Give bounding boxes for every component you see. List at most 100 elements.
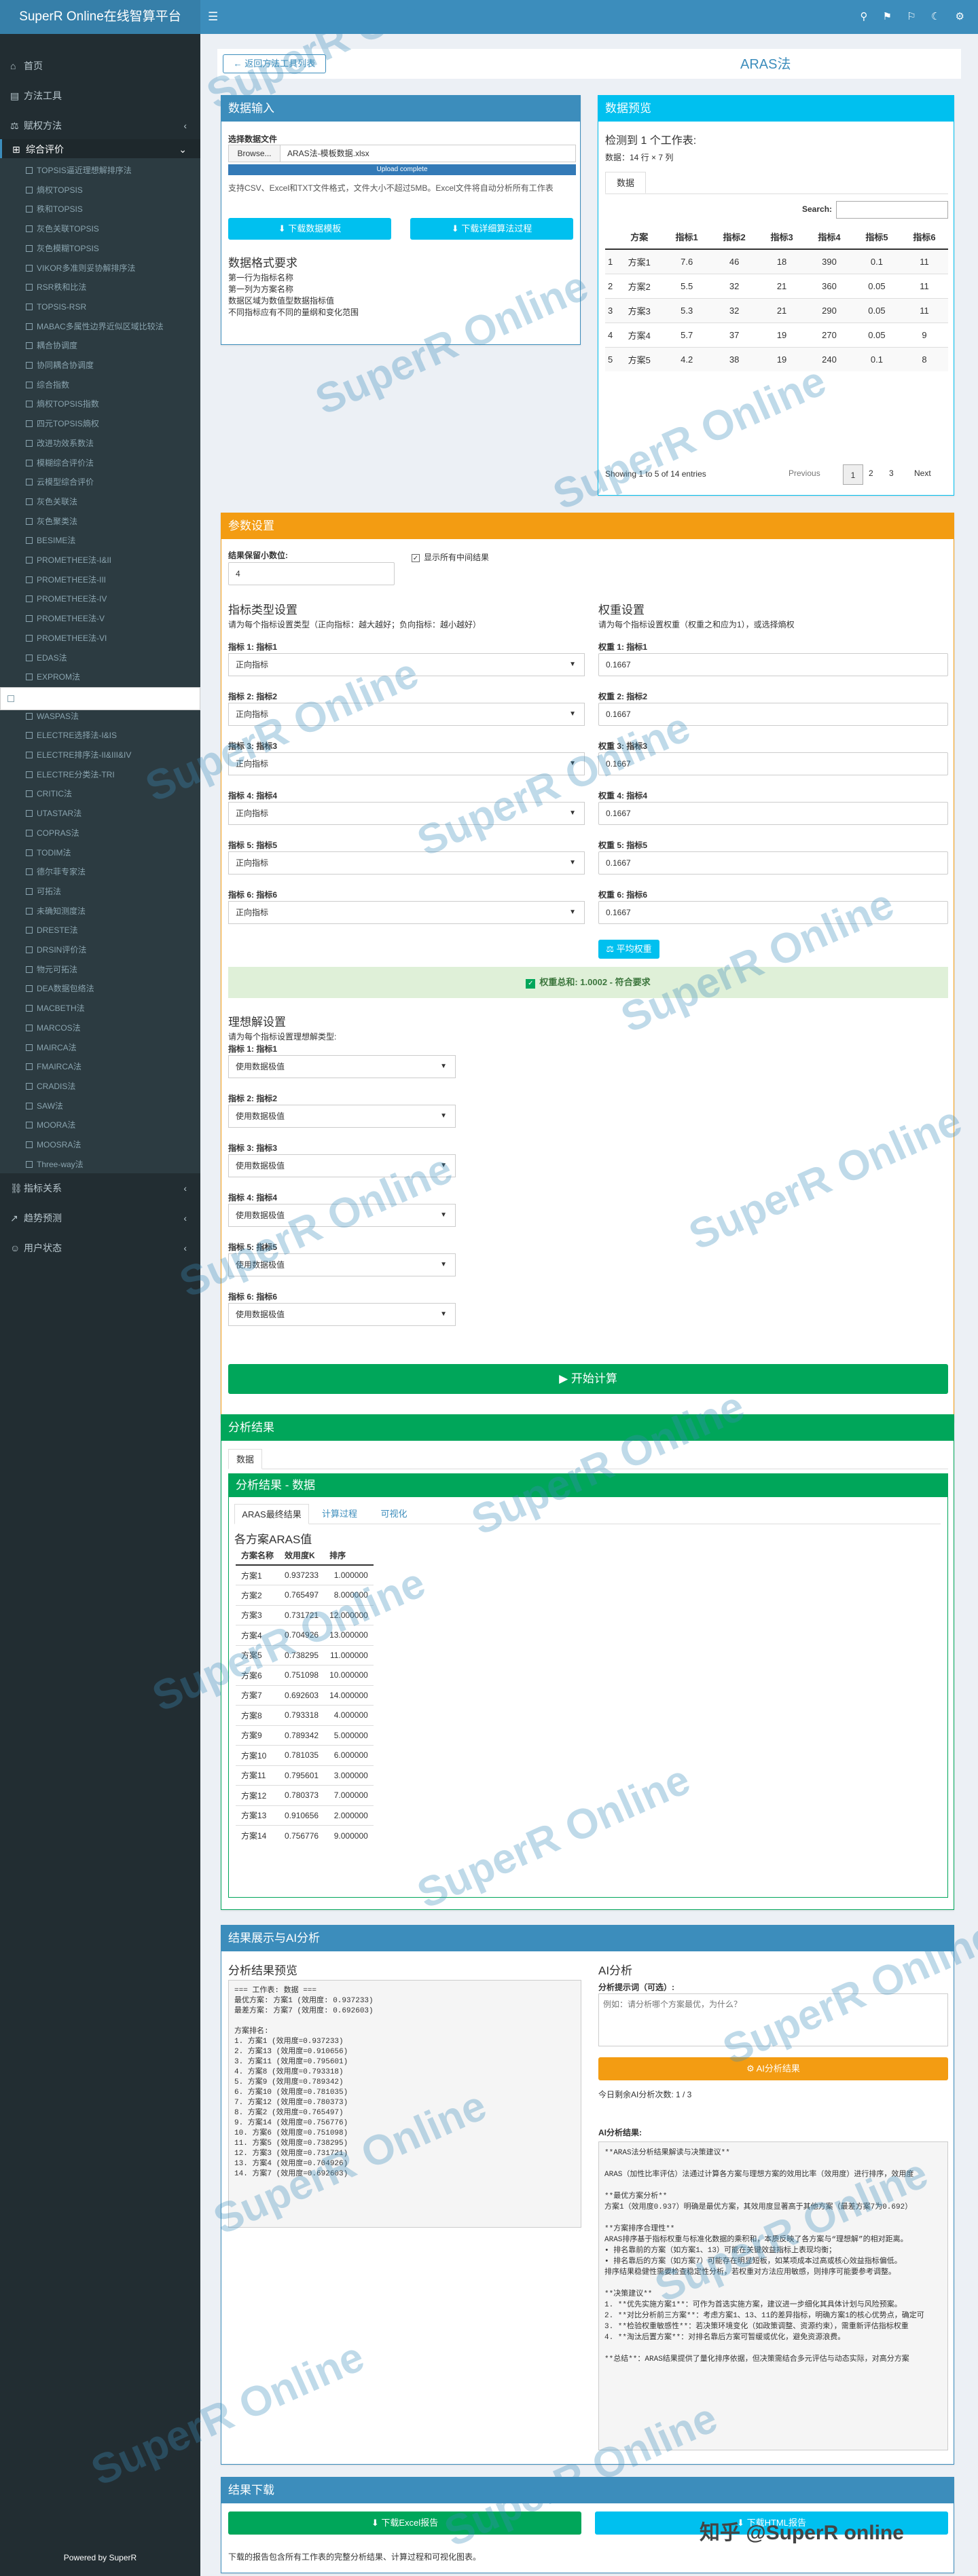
sidebar-subitem[interactable]: 灰色模糊TOPSIS bbox=[0, 239, 200, 259]
sidebar-subitem[interactable]: TOPSIS-RSR bbox=[0, 297, 200, 317]
sidebar-subitem[interactable]: 物元可拓法 bbox=[0, 960, 200, 980]
sidebar-subitem[interactable]: SAW法 bbox=[0, 1097, 200, 1116]
tab-final-result[interactable]: ARAS最终结果 bbox=[234, 1504, 309, 1524]
sidebar-item-home[interactable]: ⌂ 首页 bbox=[0, 51, 200, 81]
weight-input[interactable]: 0.1667 bbox=[598, 703, 948, 726]
sidebar-subitem[interactable]: 熵权TOPSIS bbox=[0, 181, 200, 200]
column-header[interactable]: 指标2 bbox=[710, 225, 758, 249]
search-input[interactable] bbox=[836, 201, 948, 219]
sidebar-subitem[interactable]: MARCOS法 bbox=[0, 1018, 200, 1038]
decimals-input[interactable]: 4 bbox=[228, 562, 395, 585]
sidebar-subitem[interactable]: PROMETHEE法-III bbox=[0, 570, 200, 590]
search-icon[interactable]: ⚲ bbox=[861, 11, 868, 22]
sidebar-subitem[interactable]: FMAIRCA法 bbox=[0, 1057, 200, 1077]
sidebar-subitem[interactable]: 耦合协调度 bbox=[0, 336, 200, 356]
sidebar-subitem[interactable]: EXPROM法 bbox=[0, 667, 200, 687]
type-select[interactable]: 正向指标 ▼ bbox=[228, 752, 585, 775]
sidebar-subitem[interactable]: MOORA法 bbox=[0, 1116, 200, 1135]
sidebar-subitem[interactable]: 模糊综合评价法 bbox=[0, 454, 200, 473]
file-input[interactable]: Browse... ARAS法-模板数据.xlsx bbox=[228, 145, 576, 162]
tab-visual[interactable]: 可视化 bbox=[370, 1504, 418, 1524]
sidebar-subitem[interactable]: 德尔菲专家法 bbox=[0, 862, 200, 882]
column-header[interactable]: 方案 bbox=[615, 225, 663, 249]
sidebar-subitem[interactable]: UTASTAR法 bbox=[0, 804, 200, 824]
sidebar-item-relation[interactable]: ⛓ 指标关系 ‹ bbox=[0, 1173, 200, 1203]
pagination-page[interactable]: 1 bbox=[843, 464, 863, 485]
sidebar-subitem[interactable]: PROMETHEE法-IV bbox=[0, 589, 200, 609]
download-manual-button[interactable]: ⬇ 下载详细算法过程 bbox=[410, 218, 573, 240]
even-weight-button[interactable]: ⚖ 平均权重 bbox=[598, 940, 659, 959]
sidebar-subitem[interactable]: 四元TOPSIS熵权 bbox=[0, 414, 200, 434]
sidebar-subitem[interactable]: CRITIC法 bbox=[0, 784, 200, 804]
sidebar-subitem[interactable]: 综合指数 bbox=[0, 375, 200, 395]
type-select[interactable]: 正向指标 ▼ bbox=[228, 851, 585, 875]
ideal-select[interactable]: 使用数据极值 ▼ bbox=[228, 1055, 456, 1078]
sidebar-subitem[interactable]: PROMETHEE法-V bbox=[0, 609, 200, 629]
sidebar-subitem[interactable]: VIKOR多准则妥协解排序法 bbox=[0, 259, 200, 278]
weight-input[interactable]: 0.1667 bbox=[598, 802, 948, 825]
sidebar-subitem[interactable]: 协同耦合协调度 bbox=[0, 356, 200, 375]
dark-mode-icon[interactable]: ☾ bbox=[931, 11, 940, 22]
sidebar-subitem[interactable]: DEA数据包络法 bbox=[0, 979, 200, 999]
sidebar-subitem[interactable]: 可拓法 bbox=[0, 882, 200, 902]
sidebar-subitem[interactable]: 灰色关联法 bbox=[0, 492, 200, 512]
pagination-page[interactable]: 3 bbox=[889, 468, 894, 478]
sidebar-subitem[interactable]: WASPAS法 bbox=[0, 707, 200, 726]
column-header[interactable] bbox=[605, 225, 615, 249]
ideal-select[interactable]: 使用数据极值 ▼ bbox=[228, 1253, 456, 1276]
pagination-next[interactable]: Next bbox=[914, 468, 931, 478]
weight-input[interactable]: 0.1667 bbox=[598, 851, 948, 875]
sidebar-subitem[interactable]: EDAS法 bbox=[0, 648, 200, 668]
brand-logo[interactable]: SuperR Online在线智算平台 bbox=[0, 0, 200, 34]
sidebar-subitem[interactable]: DRESTE法 bbox=[0, 921, 200, 940]
column-header[interactable]: 指标1 bbox=[663, 225, 710, 249]
ideal-select[interactable]: 使用数据极值 ▼ bbox=[228, 1204, 456, 1227]
sidebar-subitem[interactable]: ELECTRE选择法-I&IS bbox=[0, 726, 200, 746]
sidebar-subitem[interactable]: 改进功效系数法 bbox=[0, 434, 200, 454]
sidebar-subitem[interactable]: 秩和TOPSIS bbox=[0, 200, 200, 219]
ideal-select[interactable]: 使用数据极值 ▼ bbox=[228, 1105, 456, 1128]
type-select[interactable]: 正向指标 ▼ bbox=[228, 703, 585, 726]
weight-input[interactable]: 0.1667 bbox=[598, 752, 948, 775]
tab-data[interactable]: 数据 bbox=[605, 172, 646, 194]
sidebar-subitem[interactable]: PROMETHEE法-I&II bbox=[0, 551, 200, 570]
type-select[interactable]: 正向指标 ▼ bbox=[228, 802, 585, 825]
sidebar-subitem[interactable]: ELECTRE排序法-II&III&IV bbox=[0, 746, 200, 765]
pagination-prev[interactable]: Previous bbox=[789, 468, 820, 478]
sidebar-subitem[interactable]: Three-way法 bbox=[0, 1155, 200, 1175]
sidebar-subitem[interactable]: 云模型综合评价 bbox=[0, 473, 200, 492]
type-select[interactable]: 正向指标 ▼ bbox=[228, 653, 585, 676]
sidebar-subitem[interactable]: PROMETHEE法-VI bbox=[0, 629, 200, 648]
type-select[interactable]: 正向指标 ▼ bbox=[228, 901, 585, 924]
sidebar-subitem[interactable]: 灰色关联TOPSIS bbox=[0, 219, 200, 239]
weight-input[interactable]: 0.1667 bbox=[598, 901, 948, 924]
ideal-select[interactable]: 使用数据极值 ▼ bbox=[228, 1303, 456, 1326]
sidebar-subitem[interactable]: BESIME法 bbox=[0, 531, 200, 551]
sidebar-subitem[interactable]: 未确知测度法 bbox=[0, 902, 200, 921]
tab-process[interactable]: 计算过程 bbox=[312, 1504, 367, 1524]
show-mid-checkbox[interactable]: ✓ 显示所有中间结果 bbox=[412, 551, 489, 563]
ideal-select[interactable]: 使用数据极值 ▼ bbox=[228, 1154, 456, 1177]
ai-analyze-button[interactable]: ⚙ AI分析结果 bbox=[598, 2057, 948, 2080]
back-button[interactable]: ← 返回方法工具列表 bbox=[223, 54, 326, 73]
sidebar-subitem[interactable]: MACBETH法 bbox=[0, 999, 200, 1018]
browse-button[interactable]: Browse... bbox=[229, 145, 280, 162]
sidebar-item-evaluation[interactable]: ⊞ 综合评价 ⌄ bbox=[0, 139, 200, 160]
sidebar-subitem[interactable]: RSR秩和比法 bbox=[0, 278, 200, 297]
download-template-button[interactable]: ⬇ 下载数据模板 bbox=[228, 218, 391, 240]
sidebar-subitem[interactable]: TOPSIS逼近理想解排序法 bbox=[0, 161, 200, 181]
sidebar-subitem[interactable]: DRSIN评价法 bbox=[0, 940, 200, 960]
sidebar-subitem[interactable]: MAIRCA法 bbox=[0, 1038, 200, 1058]
sidebar-subitem[interactable]: ELECTRE分类法-TRI bbox=[0, 765, 200, 785]
sidebar-subitem[interactable]: CRADIS法 bbox=[0, 1077, 200, 1097]
pagination-page[interactable]: 2 bbox=[869, 468, 873, 478]
column-header[interactable]: 指标4 bbox=[805, 225, 853, 249]
sidebar-subitem[interactable]: TODIM法 bbox=[0, 843, 200, 863]
menu-toggle-icon[interactable]: ☰ bbox=[208, 0, 218, 34]
column-header[interactable]: 指标3 bbox=[758, 225, 805, 249]
notification-icon[interactable]: ⚑ bbox=[883, 11, 892, 22]
sidebar-subitem[interactable]: COPRAS法 bbox=[0, 824, 200, 843]
sidebar-subitem[interactable]: 熵权TOPSIS指数 bbox=[0, 394, 200, 414]
prompt-textarea[interactable] bbox=[598, 1993, 948, 2046]
sidebar-item-forecast[interactable]: ↗ 趋势预测 ‹ bbox=[0, 1203, 200, 1233]
